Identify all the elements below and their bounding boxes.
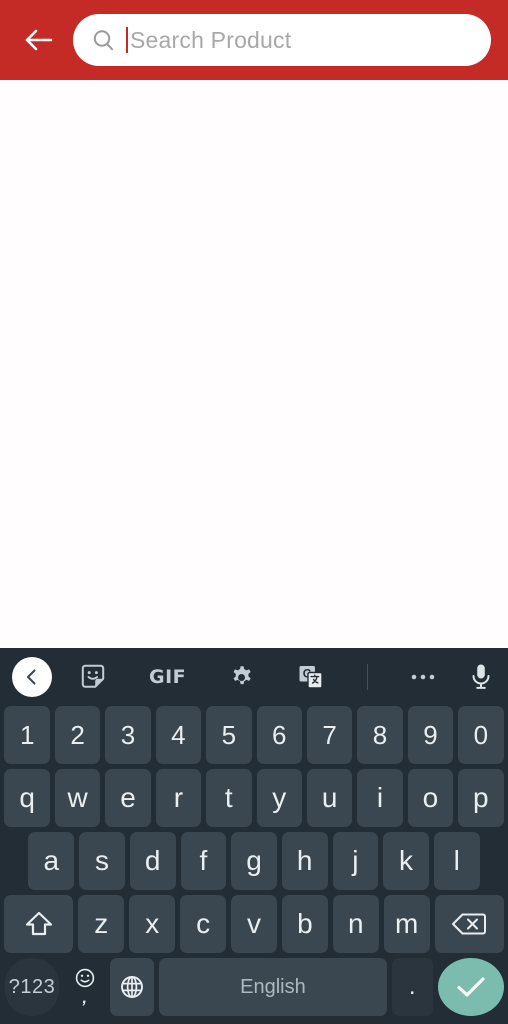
app-screen: Search Product GIF G 1 2 3 4 5 6 7 8 9 0… xyxy=(0,0,508,1024)
key-n[interactable]: n xyxy=(332,895,379,953)
overflow-menu-button[interactable] xyxy=(410,672,436,682)
globe-icon xyxy=(121,976,144,998)
chevron-left-icon xyxy=(26,669,36,685)
text-caret xyxy=(126,27,128,53)
key-a[interactable]: a xyxy=(28,832,75,890)
search-header: Search Product xyxy=(0,0,508,80)
key-9[interactable]: 9 xyxy=(407,706,454,764)
key-4[interactable]: 4 xyxy=(155,706,202,764)
sticker-icon xyxy=(81,664,105,688)
key-0[interactable]: 0 xyxy=(458,706,504,764)
symbols-key[interactable]: ?123 xyxy=(4,958,60,1016)
on-screen-keyboard: GIF G 1 2 3 4 5 6 7 8 9 0 q w e r t y u … xyxy=(0,648,508,1024)
key-l[interactable]: l xyxy=(433,832,480,890)
key-p[interactable]: p xyxy=(458,769,504,827)
keyboard-row-home: a s d f g h j k l xyxy=(0,832,508,890)
key-o[interactable]: o xyxy=(407,769,454,827)
key-w[interactable]: w xyxy=(54,769,101,827)
space-key[interactable]: English xyxy=(159,958,387,1016)
key-t[interactable]: t xyxy=(206,769,252,827)
key-u[interactable]: u xyxy=(306,769,353,827)
shift-key[interactable] xyxy=(4,895,74,953)
overflow-menu-icon xyxy=(411,674,435,680)
key-z[interactable]: z xyxy=(78,895,125,953)
key-8[interactable]: 8 xyxy=(357,706,403,764)
sticker-button[interactable] xyxy=(79,663,107,691)
keyboard-row-utility: ?123 , English . xyxy=(0,958,508,1016)
key-b[interactable]: b xyxy=(281,895,328,953)
microphone-icon xyxy=(472,664,490,689)
gear-icon xyxy=(233,665,251,684)
key-d[interactable]: d xyxy=(129,832,176,890)
key-2[interactable]: 2 xyxy=(54,706,101,764)
key-e[interactable]: e xyxy=(105,769,151,827)
key-h[interactable]: h xyxy=(281,832,328,890)
key-y[interactable]: y xyxy=(256,769,302,827)
translate-button[interactable]: G xyxy=(297,663,325,691)
key-1[interactable]: 1 xyxy=(4,706,50,764)
key-f[interactable]: f xyxy=(180,832,227,890)
check-icon xyxy=(456,977,485,997)
language-switch-key[interactable] xyxy=(110,958,155,1016)
key-k[interactable]: k xyxy=(383,832,429,890)
results-area xyxy=(0,80,508,648)
key-j[interactable]: j xyxy=(332,832,379,890)
comma-label: , xyxy=(82,990,87,1007)
search-icon xyxy=(91,28,116,53)
keyboard-toolbar: GIF G xyxy=(0,648,508,706)
keyboard-back-button[interactable] xyxy=(12,657,52,697)
backspace-key[interactable] xyxy=(434,895,504,953)
gif-button[interactable]: GIF xyxy=(149,666,186,688)
keyboard-row-top: q w e r t y u i o p xyxy=(0,769,508,827)
key-m[interactable]: m xyxy=(383,895,430,953)
period-key[interactable]: . xyxy=(391,958,433,1016)
keyboard-row-numbers: 1 2 3 4 5 6 7 8 9 0 xyxy=(0,706,508,764)
keyboard-row-bottom: z x c v b n m xyxy=(0,895,508,953)
google-translate-icon: G xyxy=(299,666,323,689)
emoji-key[interactable]: , xyxy=(64,958,105,1016)
key-g[interactable]: g xyxy=(231,832,277,890)
shift-arrow-icon xyxy=(25,911,53,936)
key-5[interactable]: 5 xyxy=(206,706,252,764)
key-c[interactable]: c xyxy=(180,895,227,953)
emoji-smiley-icon xyxy=(75,968,94,988)
enter-key-wrapper xyxy=(437,958,504,1016)
key-s[interactable]: s xyxy=(79,832,125,890)
key-q[interactable]: q xyxy=(4,769,50,827)
settings-button[interactable] xyxy=(228,664,255,691)
search-placeholder: Search Product xyxy=(130,26,292,53)
key-v[interactable]: v xyxy=(231,895,277,953)
toolbar-divider xyxy=(367,664,369,690)
key-i[interactable]: i xyxy=(357,769,403,827)
key-6[interactable]: 6 xyxy=(256,706,302,764)
arrow-left-icon xyxy=(25,29,53,51)
back-button[interactable] xyxy=(16,17,62,63)
key-x[interactable]: x xyxy=(129,895,176,953)
backspace-icon xyxy=(452,913,487,935)
enter-key[interactable] xyxy=(437,958,504,1016)
key-3[interactable]: 3 xyxy=(105,706,151,764)
voice-input-button[interactable] xyxy=(468,662,494,692)
search-input[interactable]: Search Product xyxy=(73,14,491,66)
key-7[interactable]: 7 xyxy=(306,706,353,764)
key-r[interactable]: r xyxy=(155,769,202,827)
